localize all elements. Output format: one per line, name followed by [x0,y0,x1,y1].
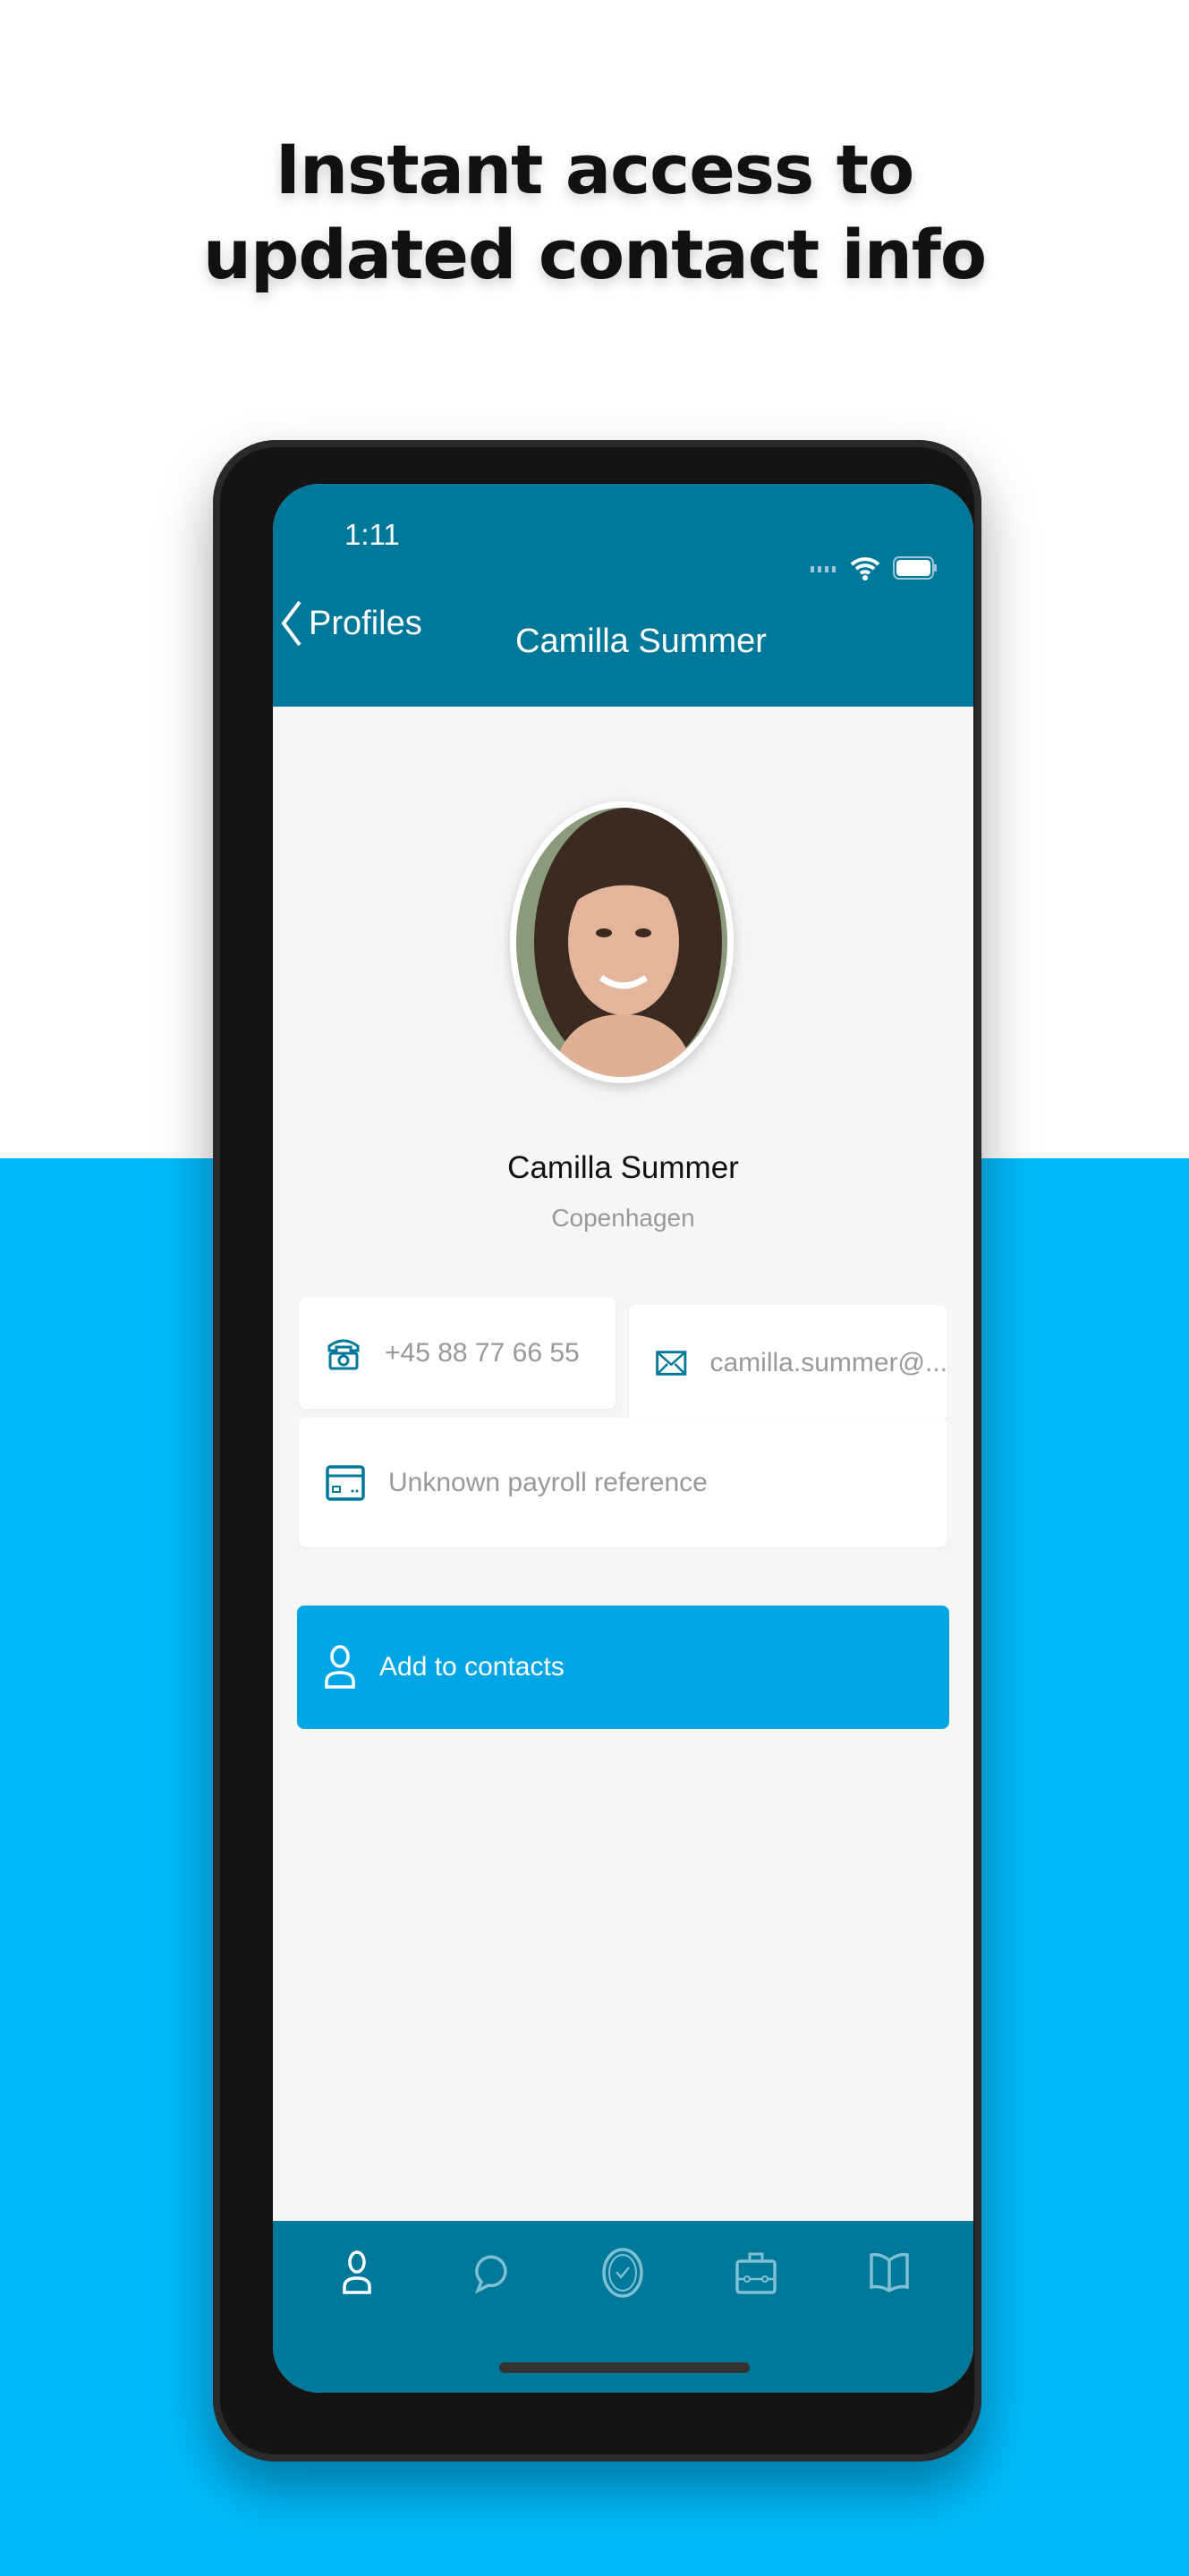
phone-number: +45 88 77 66 55 [385,1337,580,1368]
profile-city: Copenhagen [551,1204,695,1232]
battery-icon [893,556,937,580]
phone-card[interactable]: +45 88 77 66 55 [299,1297,616,1409]
phone-screen: 1:11 Profiles Camilla Summer Camilla Sum… [273,484,973,2393]
clock-check-icon [602,2248,644,2298]
home-indicator[interactable] [499,2362,750,2373]
person-icon [343,2250,372,2294]
tab-work[interactable] [720,2237,792,2309]
status-time: 1:11 [344,518,400,551]
wifi-icon [850,557,880,580]
email-address: camilla.summer@... [709,1348,948,1377]
page-title: Camilla Summer [515,623,767,660]
status-icons [811,555,938,580]
person-icon [325,1645,355,1689]
briefcase-icon [735,2252,777,2294]
envelope-icon [656,1351,687,1376]
avatar [510,801,734,1083]
phone-icon [327,1339,360,1369]
tab-time[interactable] [587,2237,658,2309]
payroll-card: Unknown payroll reference [299,1418,947,1547]
nav-header: 1:11 Profiles Camilla Summer [273,484,973,707]
avatar-photo [516,808,727,1077]
credit-card-icon [326,1464,365,1501]
chat-bubble-icon [474,2255,507,2294]
payroll-reference: Unknown payroll reference [388,1467,708,1497]
headline-line2: updated contact info [202,215,987,294]
book-icon [869,2252,909,2293]
tab-messages[interactable] [454,2237,526,2309]
profile-name: Camilla Summer [507,1150,739,1185]
add-to-contacts-label: Add to contacts [379,1652,565,1682]
email-card[interactable]: camilla.summer@... [629,1305,947,1421]
headline-line1: Instant access to [275,130,915,209]
tab-handbook[interactable] [854,2237,925,2309]
signal-icon [811,566,836,572]
add-to-contacts-button[interactable]: Add to contacts [297,1606,949,1729]
tab-profile[interactable] [321,2237,393,2309]
